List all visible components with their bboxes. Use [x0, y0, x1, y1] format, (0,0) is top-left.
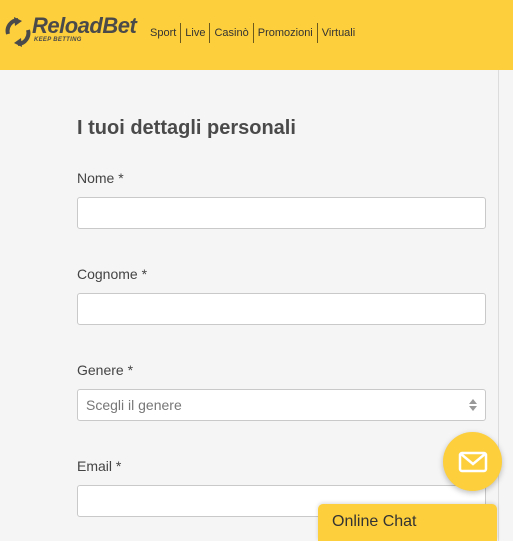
online-chat-button[interactable]: Online Chat	[318, 504, 497, 541]
genere-selected-value: Scegli il genere	[86, 397, 182, 413]
cognome-label: Cognome *	[77, 266, 148, 282]
nav-item-live[interactable]: Live	[181, 23, 211, 43]
personal-details-section: I tuoi dettagli personali Nome * Cognome…	[0, 70, 498, 541]
select-arrows-icon	[469, 399, 477, 411]
genere-select[interactable]: Scegli il genere	[77, 389, 486, 421]
nav-item-promozioni[interactable]: Promozioni	[254, 23, 318, 43]
contact-mail-button[interactable]	[443, 432, 502, 491]
header: ReloadBet KEEP BETTING Sport Live Casinò…	[0, 0, 513, 70]
main-nav: Sport Live Casinò Promozioni Virtuali	[146, 23, 359, 43]
reloadbet-logo[interactable]: ReloadBet KEEP BETTING	[5, 13, 137, 50]
nome-label: Nome *	[77, 170, 124, 186]
email-label: Email *	[77, 458, 122, 474]
cognome-input[interactable]	[77, 293, 486, 325]
nav-item-sport[interactable]: Sport	[146, 23, 182, 43]
nome-input[interactable]	[77, 197, 486, 229]
nav-item-casino[interactable]: Casinò	[210, 23, 254, 43]
nav-item-virtuali[interactable]: Virtuali	[318, 23, 359, 43]
logo-wordmark: ReloadBet	[32, 13, 137, 38]
genere-label: Genere *	[77, 362, 134, 378]
logo-tagline: KEEP BETTING	[34, 37, 82, 43]
mail-icon	[458, 451, 487, 472]
page-title: I tuoi dettagli personali	[77, 117, 296, 139]
reload-arrows-icon	[5, 17, 31, 47]
